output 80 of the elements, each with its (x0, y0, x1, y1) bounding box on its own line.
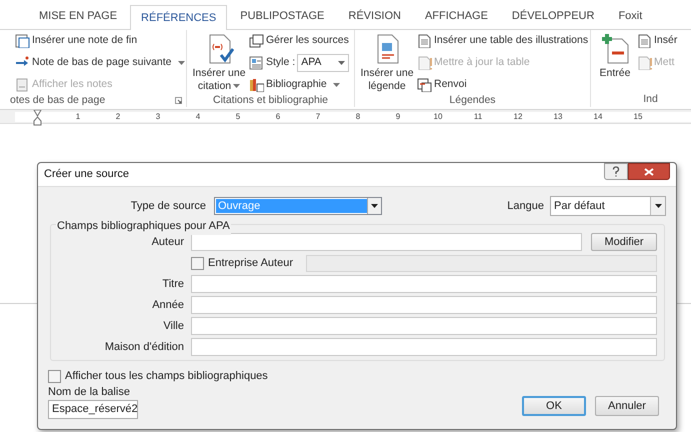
source-type-label: Type de source (130, 198, 207, 214)
ok-button[interactable]: OK (522, 396, 586, 416)
help-button[interactable] (604, 163, 628, 180)
text-field[interactable] (191, 233, 582, 251)
caret-icon (371, 204, 378, 208)
ribbon-tab[interactable]: DÉVELOPPEUR (500, 4, 606, 29)
text-field[interactable] (191, 275, 657, 293)
field-label: Ville (162, 318, 185, 334)
ribbon-tab[interactable]: RÉFÉRENCES (130, 5, 228, 30)
ruler-number: 3 (156, 111, 160, 123)
help-icon (612, 166, 620, 177)
ruler-number: 5 (236, 111, 240, 123)
caret-icon (338, 61, 345, 65)
field-label: Maison d'édition (104, 340, 185, 355)
ruler-number: 8 (356, 111, 360, 123)
style-icon (249, 56, 264, 70)
cross-reference-icon (417, 78, 432, 92)
ribbon-tab[interactable]: RÉVISION (337, 4, 412, 29)
notes-icon (15, 78, 30, 92)
tag-name-label: Nom de la balise (48, 385, 131, 399)
group-label: Citations et bibliographie (213, 94, 328, 107)
field-label: Auteur (150, 234, 185, 250)
style-label: Style : (266, 55, 296, 70)
checkbox[interactable] (48, 370, 61, 382)
ribbon-button[interactable]: Insérer une note de fin (15, 32, 138, 50)
checkbox[interactable] (191, 256, 204, 270)
ribbon-button[interactable]: Renvoi (417, 76, 467, 94)
document-icon (417, 56, 432, 70)
field-label: Année (151, 298, 185, 313)
text-field[interactable] (191, 338, 657, 356)
document-icon (637, 56, 652, 70)
modify-button[interactable]: Modifier (591, 233, 657, 251)
caret-icon (654, 204, 662, 208)
index-entry-icon (600, 33, 630, 65)
large-ribbon-button[interactable]: Insérer une légende (360, 32, 414, 93)
ribbon-tab[interactable]: MISE EN PAGE (28, 4, 128, 29)
group-label: otes de bas de page (10, 94, 106, 107)
large-ribbon-button[interactable]: Insérer une citation (192, 32, 246, 93)
endnote-icon (15, 34, 30, 48)
close-button[interactable] (628, 163, 670, 180)
ruler-number: 2 (116, 111, 120, 123)
ribbon-button[interactable]: Insérer une table des illustrations (417, 32, 588, 50)
style-dropdown[interactable]: APA (297, 54, 349, 72)
ribbon-button[interactable]: Gérer les sources (249, 32, 349, 50)
close-icon (644, 168, 654, 176)
books-icon (249, 78, 264, 92)
ruler-number: 10 (434, 111, 442, 123)
ribbon-tab[interactable]: PUBLIPOSTAGE (229, 4, 336, 29)
ruler-number: 4 (196, 111, 200, 123)
checkbox-label: Entreprise Auteur (208, 256, 294, 271)
ruler-number: 14 (594, 111, 602, 123)
documents-icon (249, 34, 264, 48)
ruler-number: 12 (514, 111, 522, 123)
language-dropdown[interactable]: Par défaut (550, 196, 666, 216)
dialog-title: Créer une source (44, 167, 129, 182)
document-icon (637, 34, 652, 48)
fieldset-legend: Champs bibliographiques pour APA (56, 218, 231, 234)
ribbon-tab[interactable]: AFFICHAGE (414, 4, 499, 29)
ruler-number: 6 (276, 111, 280, 123)
ruler-number: 11 (474, 111, 482, 123)
ruler-number: 7 (316, 111, 320, 123)
group-label: Légendes (449, 94, 496, 107)
text-field[interactable] (191, 317, 657, 335)
language-label: Langue (507, 198, 545, 214)
large-ribbon-button[interactable]: Entrée (596, 32, 634, 80)
ribbon-button[interactable]: Note de bas de page suivante (15, 54, 185, 72)
ribbon-tab[interactable]: Foxit (607, 4, 654, 29)
ruler-number: 15 (634, 111, 642, 123)
checkbox-label: Afficher tous les champs bibliographiques (65, 368, 268, 384)
ruler-number: 13 (554, 111, 562, 123)
ribbon-button[interactable]: Bibliographie (249, 76, 340, 94)
tag-name-field[interactable]: Espace_réservé2 (48, 400, 138, 419)
group-label: Ind (643, 92, 658, 106)
field-label: Titre (161, 276, 185, 292)
ribbon-button[interactable]: Insér (637, 32, 678, 50)
ruler-number: 1 (76, 111, 80, 123)
ruler-number: 9 (396, 111, 400, 123)
document-icon (417, 34, 432, 48)
cancel-button[interactable]: Annuler (595, 396, 659, 416)
text-field[interactable] (191, 296, 657, 314)
